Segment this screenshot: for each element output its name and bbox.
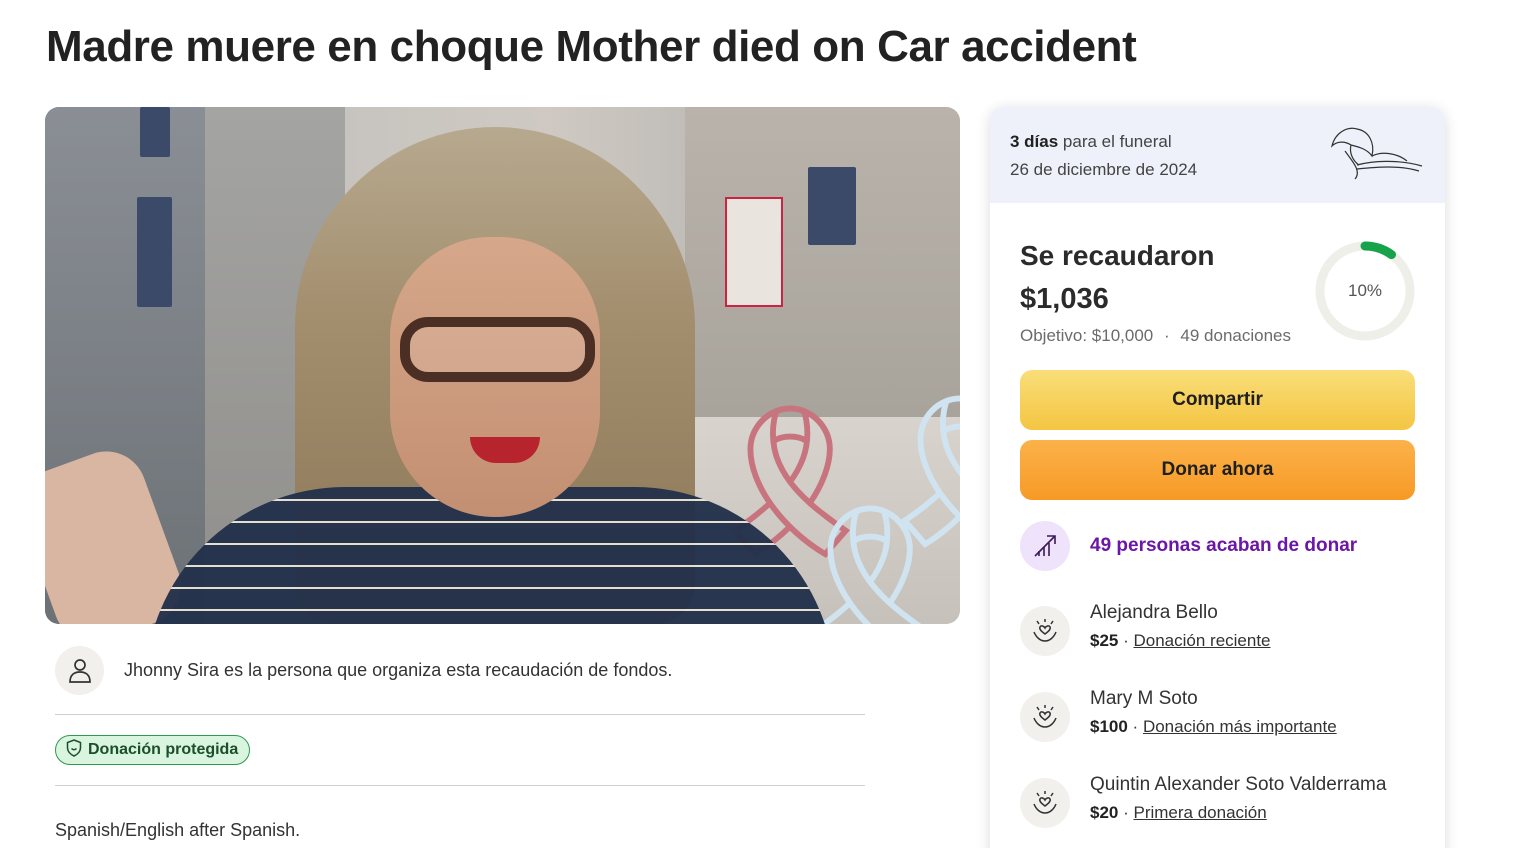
raised-amount: $1,036 [1020,283,1109,315]
funeral-banner: 3 días para el funeral 26 de diciembre d… [990,107,1445,203]
fundraiser-photo: 🎗 🎗 🎗 [45,107,960,624]
funeral-days-text: para el funeral [1058,132,1172,151]
raised-label: Se recaudaron [1020,240,1215,271]
donor-item: Quintin Alexander Soto Valderrama $20 · … [1020,774,1430,830]
donor-separator: · [1118,631,1134,650]
organizer-row: Jhonny Sira es la persona que organiza e… [55,645,865,695]
donor-separator: · [1127,717,1143,736]
donor-name: Mary M Soto [1090,688,1198,709]
donor-tag-link[interactable]: Primera donación [1133,803,1266,822]
donation-card: 3 días para el funeral 26 de diciembre d… [990,107,1445,848]
donor-tag-link[interactable]: Donación reciente [1133,631,1270,650]
donation-count: 49 donaciones [1180,326,1291,345]
person-icon [55,645,104,695]
trending-up-icon [1020,521,1070,571]
heart-hands-icon [1020,778,1070,828]
page-title: Madre muere en choque Mother died on Car… [46,22,1137,71]
recent-donors-trend[interactable]: 49 personas acaban de donar [1020,520,1420,572]
goal-text: Objetivo: $10,000 [1020,326,1154,345]
lily-flower-icon [1330,127,1423,180]
donate-now-button[interactable]: Donar ahora [1020,440,1415,500]
shield-icon [66,738,82,762]
donor-amount: $20 [1090,803,1119,822]
badge-label: Donación protegida [88,741,239,758]
donor-name: Quintin Alexander Soto Valderrama [1090,774,1387,795]
donor-name: Alejandra Bello [1090,602,1218,623]
trend-text: 49 personas acaban de donar [1090,535,1358,556]
progress-percent: 10% [1347,281,1383,300]
heart-hands-icon [1020,606,1070,656]
divider [55,785,865,786]
goal-separator: · [1164,326,1170,345]
share-button[interactable]: Compartir [1020,370,1415,430]
organizer-text: Jhonny Sira es la persona que organiza e… [124,659,673,680]
funeral-days: 3 días [1010,132,1059,151]
protected-donation-badge[interactable]: Donación protegida [55,735,251,765]
donor-amount: $25 [1090,631,1119,650]
divider [55,714,865,715]
donor-tag-link[interactable]: Donación más importante [1143,717,1337,736]
donor-item: Alejandra Bello $25 · Donación reciente [1020,602,1430,658]
donor-separator: · [1118,803,1134,822]
goal-line: Objetivo: $10,000 · 49 donaciones [1020,326,1291,346]
heart-hands-icon [1020,692,1070,742]
donor-item: Mary M Soto $100 · Donación más importan… [1020,688,1430,744]
description-text: Spanish/English after Spanish. [55,820,301,840]
donor-amount: $100 [1090,717,1128,736]
